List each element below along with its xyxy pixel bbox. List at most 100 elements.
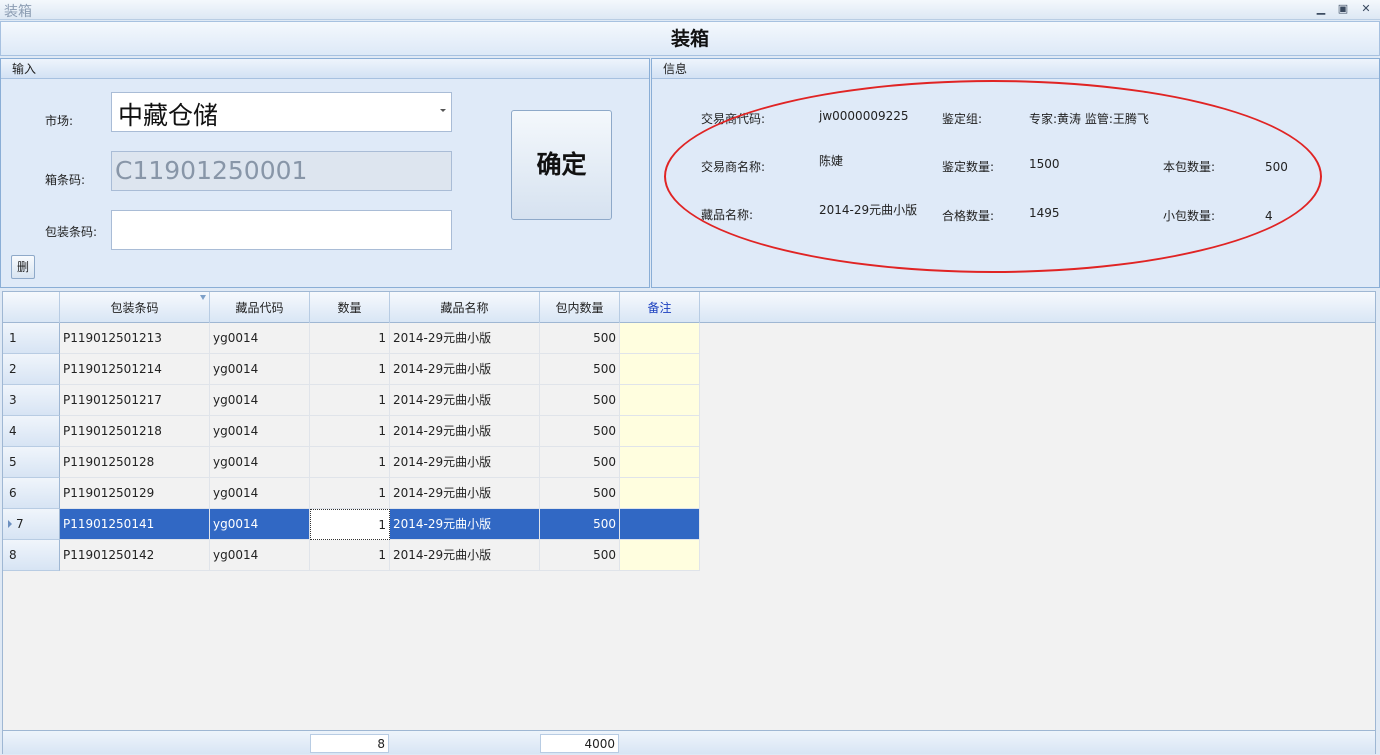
item-name-label: 藏品名称: [701,208,754,222]
cell-item-name[interactable]: 2014-29元曲小版 [390,540,540,571]
delete-button[interactable]: 删 [11,255,35,279]
package-qty-value: 500 [1265,160,1288,174]
cell-qty[interactable]: 1 [310,323,390,354]
box-code-field[interactable]: C11901250001 [111,151,452,191]
cell-item-code[interactable]: yg0014 [210,478,310,509]
package-grid[interactable]: 包装条码 藏品代码 数量 藏品名称 包内数量 备注 1 P119012501213… [2,291,1376,754]
cell-item-name[interactable]: 2014-29元曲小版 [390,354,540,385]
cell-remark[interactable] [620,323,700,354]
maximize-icon[interactable]: ▣ [1334,1,1352,17]
cell-qty[interactable]: 1 [310,354,390,385]
column-header-remark[interactable]: 备注 [620,292,700,323]
row-number: 3 [9,393,17,407]
row-number: 7 [16,517,24,531]
grid-footer: 8 4000 [3,730,1375,754]
cell-package-code[interactable]: P119012501217 [60,385,210,416]
row-indicator[interactable]: 6 [3,478,60,509]
row-number: 5 [9,455,17,469]
row-number: 2 [9,362,17,376]
column-header-package-code[interactable]: 包装条码 [60,292,210,323]
row-indicator[interactable]: 1 [3,323,60,354]
cell-pkg-qty[interactable]: 500 [540,509,620,540]
close-icon[interactable]: ✕ [1357,1,1375,17]
row-indicator[interactable]: 8 [3,540,60,571]
table-row[interactable]: 3 P119012501217 yg0014 1 2014-29元曲小版 500 [3,385,700,416]
row-indicator[interactable]: 3 [3,385,60,416]
cell-qty[interactable]: 1 [310,509,390,540]
row-number: 4 [9,424,17,438]
info-panel: 信息 交易商代码: jw0000009225 鉴定组: 专家:黄涛 监管:王腾飞… [651,58,1380,288]
cell-package-code[interactable]: P11901250128 [60,447,210,478]
column-header-pkg-qty[interactable]: 包内数量 [540,292,620,323]
cell-pkg-qty[interactable]: 500 [540,540,620,571]
row-indicator[interactable]: 2 [3,354,60,385]
package-code-input[interactable] [111,210,452,250]
table-row[interactable]: 5 P11901250128 yg0014 1 2014-29元曲小版 500 [3,447,700,478]
table-row[interactable]: 8 P11901250142 yg0014 1 2014-29元曲小版 500 [3,540,700,571]
cell-remark[interactable] [620,385,700,416]
page-title: 装箱 [670,28,709,50]
grid-header: 包装条码 藏品代码 数量 藏品名称 包内数量 备注 [3,292,1375,323]
cell-pkg-qty[interactable]: 500 [540,416,620,447]
cell-remark[interactable] [620,540,700,571]
trader-code-value: jw0000009225 [819,109,909,123]
cell-item-name[interactable]: 2014-29元曲小版 [390,509,540,540]
cell-qty[interactable]: 1 [310,385,390,416]
cell-qty[interactable]: 1 [310,478,390,509]
column-header-item-name[interactable]: 藏品名称 [390,292,540,323]
cell-package-code[interactable]: P11901250141 [60,509,210,540]
appraisal-group-value: 专家:黄涛 监管:王腾飞 [1029,112,1149,126]
cell-item-code[interactable]: yg0014 [210,354,310,385]
cell-item-code[interactable]: yg0014 [210,509,310,540]
cell-item-name[interactable]: 2014-29元曲小版 [390,385,540,416]
minimize-icon[interactable]: ▁ [1312,1,1330,17]
cell-pkg-qty[interactable]: 500 [540,478,620,509]
cell-item-name[interactable]: 2014-29元曲小版 [390,447,540,478]
column-header-item-code[interactable]: 藏品代码 [210,292,310,323]
cell-remark[interactable] [620,478,700,509]
filter-icon[interactable] [200,295,206,300]
cell-qty[interactable]: 1 [310,416,390,447]
cell-item-code[interactable]: yg0014 [210,540,310,571]
cell-item-code[interactable]: yg0014 [210,447,310,478]
cell-package-code[interactable]: P119012501218 [60,416,210,447]
column-header-qty[interactable]: 数量 [310,292,390,323]
cell-remark[interactable] [620,447,700,478]
row-indicator[interactable]: 4 [3,416,60,447]
footer-pkg-qty-total: 4000 [540,734,619,753]
table-row[interactable]: 7 P11901250141 yg0014 1 2014-29元曲小版 500 [3,509,700,540]
cell-pkg-qty[interactable]: 500 [540,323,620,354]
cell-remark[interactable] [620,354,700,385]
table-row[interactable]: 4 P119012501218 yg0014 1 2014-29元曲小版 500 [3,416,700,447]
window-titlebar: 装箱 ▁ ▣ ✕ [0,0,1380,20]
cell-item-code[interactable]: yg0014 [210,416,310,447]
cell-qty[interactable]: 1 [310,540,390,571]
cell-pkg-qty[interactable]: 500 [540,354,620,385]
cell-item-code[interactable]: yg0014 [210,323,310,354]
market-select[interactable]: 中藏仓储 [111,92,452,132]
cell-package-code[interactable]: P119012501213 [60,323,210,354]
cell-remark[interactable] [620,509,700,540]
cell-package-code[interactable]: P11901250129 [60,478,210,509]
table-row[interactable]: 2 P119012501214 yg0014 1 2014-29元曲小版 500 [3,354,700,385]
cell-item-name[interactable]: 2014-29元曲小版 [390,323,540,354]
row-indicator[interactable]: 7 [3,509,60,540]
cell-item-name[interactable]: 2014-29元曲小版 [390,416,540,447]
annotation-ellipse [664,80,1322,273]
qualified-qty-label: 合格数量: [942,209,995,223]
cell-item-code[interactable]: yg0014 [210,385,310,416]
table-row[interactable]: 6 P11901250129 yg0014 1 2014-29元曲小版 500 [3,478,700,509]
row-indicator[interactable]: 5 [3,447,60,478]
input-panel: 输入 市场: 中藏仓储 箱条码: C11901250001 包装条码: 确定 删 [0,58,650,288]
cell-item-name[interactable]: 2014-29元曲小版 [390,478,540,509]
cell-package-code[interactable]: P119012501214 [60,354,210,385]
confirm-button[interactable]: 确定 [511,110,612,220]
table-row[interactable]: 1 P119012501213 yg0014 1 2014-29元曲小版 500 [3,323,700,354]
column-header-label: 包装条码 [110,301,159,315]
cell-qty[interactable]: 1 [310,447,390,478]
cell-pkg-qty[interactable]: 500 [540,447,620,478]
cell-package-code[interactable]: P11901250142 [60,540,210,571]
chevron-down-icon[interactable] [440,109,446,112]
cell-pkg-qty[interactable]: 500 [540,385,620,416]
cell-remark[interactable] [620,416,700,447]
